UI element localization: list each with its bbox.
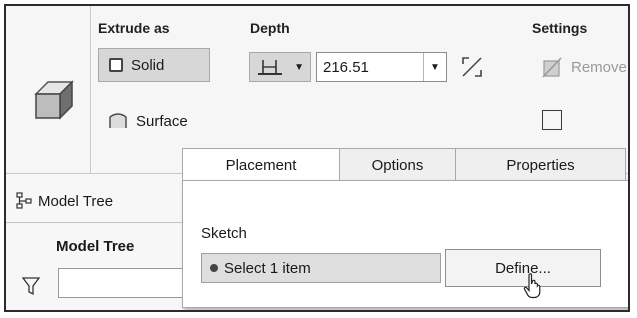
solid-box-icon (109, 58, 123, 72)
tab-label: Placement (225, 156, 297, 174)
tab-options[interactable]: Options (339, 148, 456, 182)
remove-label: Remove (571, 58, 627, 76)
placement-panel: Sketch Select 1 item Define... (182, 180, 628, 308)
solid-button[interactable]: Solid (98, 48, 210, 82)
model-tree-title: Model Tree (56, 238, 135, 255)
app-window: Extrude as Solid Surface Depth ▼ 216.51 … (4, 4, 630, 312)
tab-label: Options (371, 156, 424, 174)
depth-blind-icon (258, 60, 282, 75)
filter-icon[interactable] (22, 276, 40, 296)
depth-value: 216.51 (323, 58, 369, 76)
solid-label: Solid (131, 56, 165, 74)
status-dot-icon (210, 264, 218, 272)
sketch-collector[interactable]: Select 1 item (201, 253, 441, 283)
tab-placement[interactable]: Placement (182, 148, 340, 182)
settings-label: Settings (532, 20, 588, 36)
tree-tab-divider (6, 222, 182, 223)
surface-button[interactable]: Surface (108, 112, 188, 130)
mouse-cursor-icon (523, 273, 541, 299)
flip-direction-icon[interactable] (459, 54, 485, 80)
surface-icon (109, 113, 127, 128)
remove-material-icon (542, 57, 562, 78)
model-tree-icon (16, 192, 32, 209)
chevron-down-icon: ▼ (294, 61, 304, 73)
cube-icon (34, 80, 74, 120)
tab-properties[interactable]: Properties (455, 148, 626, 182)
tab-label: Properties (506, 156, 575, 174)
extrude-as-label: Extrude as (98, 20, 170, 36)
depth-value-field[interactable]: 216.51 ▼ (316, 52, 447, 82)
chevron-down-icon[interactable]: ▼ (423, 53, 446, 81)
model-tree-tab[interactable]: Model Tree (16, 192, 113, 210)
ribbon-separator (90, 6, 91, 174)
remove-material-button[interactable]: Remove (541, 56, 627, 78)
surface-label: Surface (136, 112, 188, 130)
sketch-label: Sketch (201, 225, 247, 242)
settings-checkbox[interactable] (542, 110, 562, 130)
depth-label: Depth (250, 20, 290, 36)
depth-type-dropdown[interactable]: ▼ (249, 52, 311, 82)
select-item-text: Select 1 item (224, 259, 311, 277)
model-tree-tab-label: Model Tree (38, 192, 114, 210)
